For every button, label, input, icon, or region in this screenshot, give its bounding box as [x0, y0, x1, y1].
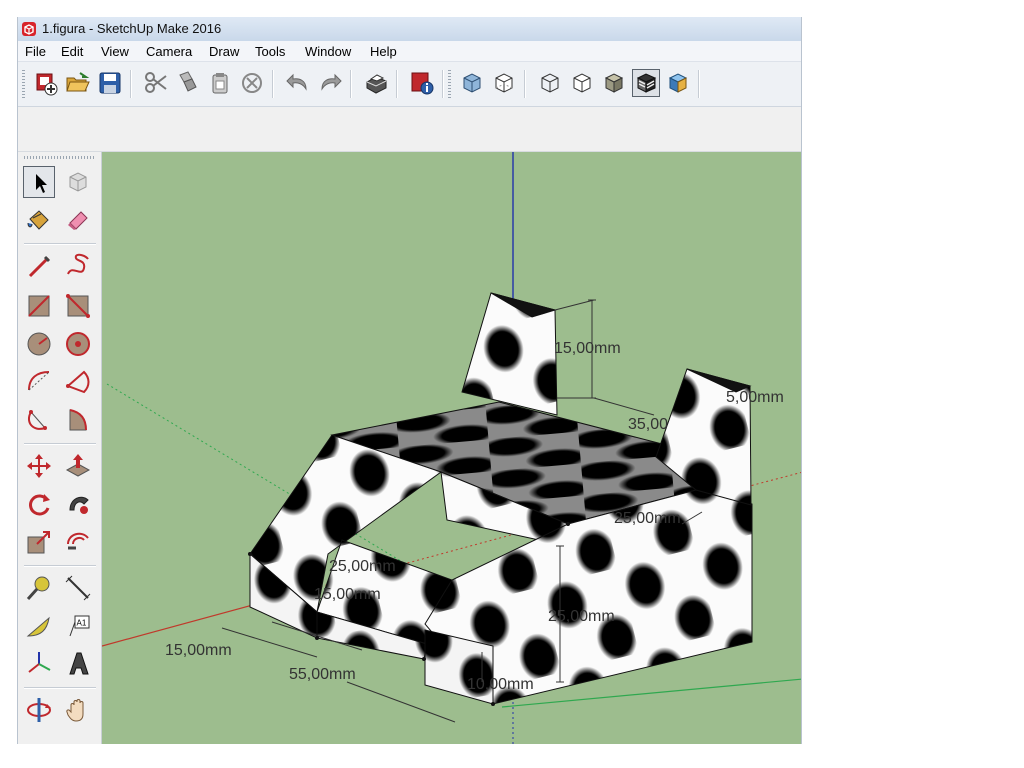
three-point-arc-icon[interactable]	[23, 404, 55, 436]
rotated-rectangle-icon[interactable]	[62, 290, 94, 322]
model-info-icon[interactable]	[408, 69, 436, 97]
window-title: 1.figura - SketchUp Make 2016	[42, 21, 222, 36]
shaded-textures-icon[interactable]	[632, 69, 660, 97]
standard-toolbar	[18, 62, 801, 107]
axes-icon[interactable]	[23, 648, 55, 680]
polka-dot-model[interactable]	[249, 292, 753, 705]
paste-icon[interactable]	[206, 69, 234, 97]
toolbar-separator	[698, 70, 700, 98]
monochrome-icon[interactable]	[664, 69, 692, 97]
offset-icon[interactable]	[62, 526, 94, 558]
menu-edit[interactable]: Edit	[61, 44, 83, 59]
line-icon[interactable]	[23, 250, 55, 282]
palette-separator	[24, 565, 96, 567]
menu-camera[interactable]: Camera	[146, 44, 192, 59]
dim-left-post-height[interactable]: 15,00mm	[554, 340, 621, 358]
dim-right-top-depth[interactable]: 25,00mm	[614, 510, 681, 528]
palette-separator	[24, 243, 96, 245]
arc-icon[interactable]	[23, 366, 55, 398]
menu-draw[interactable]: Draw	[209, 44, 239, 59]
palette-separator	[24, 687, 96, 689]
dim-notch-depth[interactable]: 25,00mm	[329, 558, 396, 576]
toolbar-separator	[524, 70, 526, 98]
palette-grip[interactable]	[24, 156, 96, 159]
circle-icon[interactable]	[23, 328, 55, 360]
menu-view[interactable]: View	[101, 44, 129, 59]
move-icon[interactable]	[23, 450, 55, 482]
xray-icon[interactable]	[458, 69, 486, 97]
undo-icon[interactable]	[284, 69, 312, 97]
text-icon[interactable]: A1	[62, 610, 94, 642]
sketchup-window: 1.figura - SketchUp Make 2016 File Edit …	[17, 17, 802, 744]
freehand-icon[interactable]	[62, 250, 94, 282]
toolbar-separator	[130, 70, 132, 98]
tool-palette: A1	[18, 152, 102, 744]
eraser-icon[interactable]	[62, 204, 94, 236]
title-bar: 1.figura - SketchUp Make 2016	[18, 17, 801, 41]
toolbar-grip[interactable]	[22, 70, 25, 98]
menu-help[interactable]: Help	[370, 44, 397, 59]
print-icon[interactable]	[362, 69, 390, 97]
select-icon[interactable]	[23, 166, 55, 198]
palette-separator	[24, 443, 96, 445]
dim-left-depth[interactable]: 15,00mm	[165, 642, 232, 660]
toolbar-separator	[442, 70, 444, 98]
dimension-icon[interactable]	[62, 572, 94, 604]
drawing-viewport[interactable]: 15,00mm 35,00 5,00mm 25,00mm 25,00mm 15,…	[102, 152, 801, 744]
text-tool-label: A1	[77, 619, 87, 628]
menu-tools[interactable]: Tools	[255, 44, 285, 59]
dim-right-post-width[interactable]: 5,00mm	[726, 389, 784, 407]
redo-icon[interactable]	[316, 69, 344, 97]
copy-icon[interactable]	[174, 69, 202, 97]
toolbar-separator	[350, 70, 352, 98]
back-edges-icon[interactable]	[490, 69, 518, 97]
3d-text-icon[interactable]	[62, 648, 94, 680]
polygon-icon[interactable]	[62, 328, 94, 360]
new-icon[interactable]	[32, 69, 60, 97]
toolbar-grip[interactable]	[448, 70, 451, 98]
dim-step-height[interactable]: 10,00mm	[467, 676, 534, 694]
sketchup-logo-icon	[22, 22, 36, 36]
save-icon[interactable]	[96, 69, 124, 97]
menu-window[interactable]: Window	[305, 44, 351, 59]
pan-icon[interactable]	[62, 694, 94, 726]
wireframe-icon[interactable]	[536, 69, 564, 97]
toolbar-separator	[272, 70, 274, 98]
tape-measure-icon[interactable]	[23, 572, 55, 604]
follow-me-icon[interactable]	[62, 488, 94, 520]
shaded-icon[interactable]	[600, 69, 628, 97]
make-component-icon[interactable]	[62, 166, 94, 198]
orbit-icon[interactable]	[23, 694, 55, 726]
open-icon[interactable]	[64, 69, 92, 97]
erase-icon[interactable]	[238, 69, 266, 97]
rectangle-icon[interactable]	[23, 290, 55, 322]
rotate-icon[interactable]	[23, 488, 55, 520]
protractor-icon[interactable]	[23, 610, 55, 642]
cut-icon[interactable]	[142, 69, 170, 97]
dim-front-height[interactable]: 25,00mm	[548, 608, 615, 626]
menu-bar: File Edit View Camera Draw Tools Window …	[18, 41, 801, 62]
paint-bucket-icon[interactable]	[23, 204, 55, 236]
push-pull-icon[interactable]	[62, 450, 94, 482]
scale-icon[interactable]	[23, 526, 55, 558]
hidden-line-icon[interactable]	[568, 69, 596, 97]
dim-total-width[interactable]: 55,00mm	[289, 666, 356, 684]
dim-back-width[interactable]: 35,00	[628, 416, 668, 434]
dim-notch-height[interactable]: 15,00mm	[314, 586, 381, 604]
toolbar-separator	[396, 70, 398, 98]
empty-toolbar-area	[18, 107, 801, 152]
menu-file[interactable]: File	[25, 44, 46, 59]
pie-icon[interactable]	[62, 366, 94, 398]
two-point-arc-icon[interactable]	[62, 404, 94, 436]
